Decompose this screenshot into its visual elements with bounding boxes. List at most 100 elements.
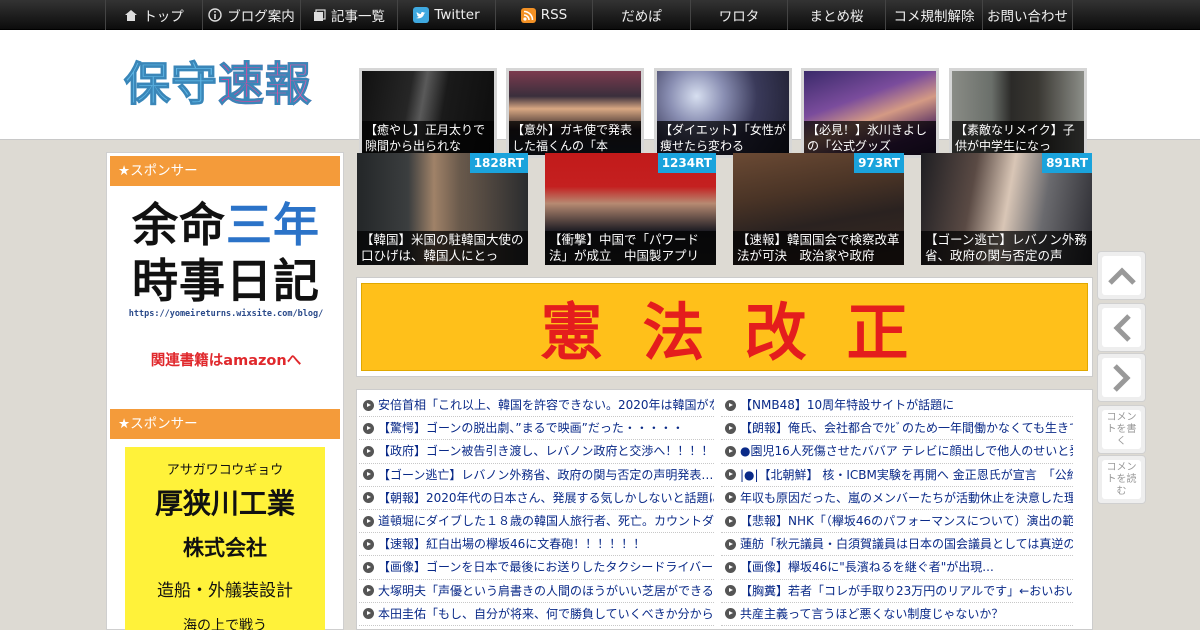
ranking-rt-badge-2: 1234RT: [657, 153, 716, 173]
ranking-caption-4: 【ゴーン逃亡】レバノン外務省、政府の関与否定の声: [921, 231, 1092, 265]
news-item-title: |●|【北朝鮮】 核・ICBM実験を再開へ 金正恩氏が宣言 「公約: [740, 467, 1073, 482]
news-item-title: 蓮舫「秋元議員・白須賀議員は日本の国会議員としては真逆の: [740, 537, 1073, 552]
news-item-title: 【朗報】俺氏、会社都合でｸﾋﾞのため一年間働かなくても生きて: [740, 421, 1073, 436]
news-list: 安倍首相「これ以上、韓国を許容できない。2020年は韓国がな【驚愕】ゴーンの脱出…: [356, 389, 1093, 630]
nav-rss[interactable]: RSS: [495, 0, 592, 30]
constitution-banner[interactable]: 憲法改正: [356, 277, 1093, 377]
play-bullet-icon: [363, 585, 374, 597]
news-item[interactable]: 【驚愕】ゴーンの脱出劇、”まるで映画”だった・・・・・: [359, 417, 714, 441]
previous-article-button[interactable]: [1097, 303, 1146, 352]
twitter-icon: [413, 7, 430, 23]
news-item[interactable]: 【胸糞】若者「コレが手取り23万円のリアルです」←おいおい: [721, 580, 1073, 603]
nav-damepo[interactable]: だめぽ: [592, 0, 690, 30]
header-thumb-5[interactable]: 【素敵なリメイク】子供が中学生になっ: [949, 68, 1087, 158]
news-item[interactable]: 【画像】ゴーンを日本で最後にお送りしたタクシードライバー: [359, 556, 714, 580]
nav-matome-sakura[interactable]: まとめ桜: [787, 0, 885, 30]
news-item-title: 大塚明夫「声優という肩書きの人間のほうがいい芝居ができる: [378, 583, 714, 598]
header-thumb-caption-3: 【ダイエット】「女性が痩せたら変わる: [657, 121, 789, 155]
news-item[interactable]: 【悲報】NHK「（欅坂46のパフォーマンスについて）演出の範: [721, 510, 1073, 534]
write-comment-button[interactable]: コメントを書く: [1097, 405, 1146, 454]
news-item[interactable]: 蓮舫「秋元議員・白須賀議員は日本の国会議員としては真逆の: [721, 533, 1073, 557]
news-column-left: 安倍首相「これ以上、韓国を許容できない。2020年は韓国がな【驚愕】ゴーンの脱出…: [359, 394, 714, 626]
play-bullet-icon: [363, 469, 374, 481]
news-item[interactable]: 【朝報】2020年代の日本さん、発展する気しかしないと話題に: [359, 487, 714, 510]
nav-top[interactable]: トップ: [105, 0, 202, 30]
site-header: 保守速報 【癒やし】正月太りで隙間から出られな 【意外】ガキ使で発表した福くんの…: [0, 30, 1200, 158]
read-comment-button[interactable]: コメントを読む: [1097, 455, 1146, 504]
header-thumb-caption-2: 【意外】ガキ使で発表した福くんの「本: [509, 121, 641, 155]
header-thumb-caption-5: 【素敵なリメイク】子供が中学生になっ: [952, 121, 1084, 155]
home-icon: [124, 9, 138, 22]
play-bullet-icon: [725, 469, 736, 481]
news-item[interactable]: 【政府】ゴーン被告引き渡し、レバノン政府と交渉へ！！！！: [359, 440, 714, 464]
news-item[interactable]: ●園児16人死傷させたババア テレビに顔出しで他人のせいと発: [721, 440, 1073, 464]
news-item[interactable]: 年収も原因だった、嵐のメンバーたちが活動休止を決意した理: [721, 487, 1073, 510]
ad-asagawa-business: 造船・外艤装設計: [157, 581, 293, 601]
play-bullet-icon: [725, 561, 736, 573]
ad-yomei-title-b: 三年: [226, 198, 320, 252]
news-item-title: 【政府】ゴーン被告引き渡し、レバノン政府と交渉へ！！！！: [378, 444, 714, 459]
ranking-item-1[interactable]: 1828RT 【韓国】米国の駐韓国大使の口ひげは、韓国人にとっ: [357, 153, 528, 265]
news-item[interactable]: 【NMB48】10周年特設サイトが話題に: [721, 394, 1073, 418]
nav-contact-label: お問い合わせ: [987, 9, 1068, 25]
nav-contact[interactable]: お問い合わせ: [982, 0, 1073, 30]
news-item[interactable]: 【速報】紅白出場の欅坂46に文春砲！！！！！！: [359, 533, 714, 557]
play-bullet-icon: [363, 608, 374, 620]
scroll-top-button[interactable]: [1097, 251, 1146, 300]
nav-comment-unblock[interactable]: コメ規制解除: [885, 0, 982, 30]
news-item-title: 年収も原因だった、嵐のメンバーたちが活動休止を決意した理: [740, 490, 1073, 505]
news-item[interactable]: 共産主義って言うほど悪くない制度じゃないか？: [721, 603, 1073, 626]
sponsor-ad-yomei[interactable]: 余命三年 時事日記 https://yomeireturns.wixsite.c…: [121, 197, 331, 387]
chevron-left-icon: [1102, 308, 1141, 347]
ranking-item-3[interactable]: 973RT 【速報】韓国国会で検察改革法が可決 政治家や政府: [733, 153, 904, 265]
sidebar: ★スポンサー 余命三年 時事日記 https://yomeireturns.wi…: [106, 152, 344, 630]
news-item[interactable]: 道頓堀にダイブした１８歳の韓国人旅行者、死亡。カウントダ: [359, 510, 714, 534]
ranking-item-4[interactable]: 891RT 【ゴーン逃亡】レバノン外務省、政府の関与否定の声: [921, 153, 1092, 265]
header-thumb-2[interactable]: 【意外】ガキ使で発表した福くんの「本: [506, 68, 644, 158]
news-item-title: 【速報】紅白出場の欅坂46に文春砲！！！！！！: [378, 537, 646, 552]
news-item[interactable]: |●|【北朝鮮】 核・ICBM実験を再開へ 金正恩氏が宣言 「公約: [721, 464, 1073, 487]
chevron-right-icon: [1102, 358, 1141, 397]
news-item[interactable]: 安倍首相「これ以上、韓国を許容できない。2020年は韓国がな: [359, 394, 714, 418]
nav-article-list-label: 記事一覧: [331, 9, 385, 25]
ad-yomei-title-line1: 余命三年: [121, 197, 331, 253]
ad-asagawa-kana: アサガワコウギョウ: [166, 463, 284, 478]
ad-yomei-title-line2: 時事日記: [132, 254, 320, 308]
header-thumb-3[interactable]: 【ダイエット】「女性が痩せたら変わる: [654, 68, 792, 158]
site-logo[interactable]: 保守速報: [124, 54, 312, 114]
header-thumb-caption-1: 【癒やし】正月太りで隙間から出られな: [362, 121, 494, 155]
header-thumb-1[interactable]: 【癒やし】正月太りで隙間から出られな: [359, 68, 497, 158]
play-bullet-icon: [363, 538, 374, 550]
news-item-title: 道頓堀にダイブした１８歳の韓国人旅行者、死亡。カウントダ: [378, 514, 714, 529]
news-item[interactable]: 大塚明夫「声優という肩書きの人間のほうがいい芝居ができる: [359, 580, 714, 603]
ranking-caption-1: 【韓国】米国の駐韓国大使の口ひげは、韓国人にとっ: [357, 231, 528, 265]
news-item-title: 【ゴーン逃亡】レバノン外務省、政府の関与否定の声明発表…: [378, 467, 714, 482]
next-article-button[interactable]: [1097, 353, 1146, 402]
header-thumb-4[interactable]: 【必見！】氷川きよしの「公式グッズ: [801, 68, 939, 158]
news-item[interactable]: 【ゴーン逃亡】レバノン外務省、政府の関与否定の声明発表…: [359, 464, 714, 487]
nav-blog-guide-label: ブログ案内: [227, 9, 295, 25]
news-item-title: 本田圭佑「もし、自分が将来、何で勝負していくべきか分から: [378, 606, 714, 621]
write-comment-inner: コメントを書く: [1102, 410, 1141, 449]
news-item[interactable]: 本田圭佑「もし、自分が将来、何で勝負していくべきか分から: [359, 603, 714, 626]
nav-twitter[interactable]: Twitter: [397, 0, 495, 30]
news-item-title: ●園児16人死傷させたババア テレビに顔出しで他人のせいと発: [740, 444, 1073, 459]
ad-yomei-amazon-link[interactable]: 関連書籍はamazonへ: [121, 349, 331, 370]
ranking-item-2[interactable]: 1234RT 【衝撃】中国で「パワード法」が成立 中国製アプリ: [545, 153, 716, 265]
nav-top-label: トップ: [143, 9, 184, 25]
play-bullet-icon: [725, 445, 736, 457]
ad-yomei-title-a: 余命: [132, 198, 226, 252]
ranking-rt-badge-4: 891RT: [1042, 153, 1092, 173]
nav-warota[interactable]: ワロタ: [690, 0, 787, 30]
news-item-title: 【驚愕】ゴーンの脱出劇、”まるで映画”だった・・・・・: [378, 421, 684, 436]
news-item-title: 【朝報】2020年代の日本さん、発展する気しかしないと話題に: [378, 490, 714, 505]
play-bullet-icon: [725, 585, 736, 597]
news-item[interactable]: 【画像】欅坂46に"長濱ねるを継ぐ者"が出現...: [721, 556, 1073, 580]
nav-article-list[interactable]: 記事一覧: [300, 0, 397, 30]
nav-blog-guide[interactable]: ブログ案内: [202, 0, 300, 30]
sponsor-ad-asagawa[interactable]: アサガワコウギョウ 厚狭川工業 株式会社 造船・外艤装設計 海の上で戦う: [125, 447, 325, 630]
play-bullet-icon: [725, 399, 736, 411]
news-item[interactable]: 【朗報】俺氏、会社都合でｸﾋﾞのため一年間働かなくても生きて: [721, 417, 1073, 441]
ranking-rt-badge-1: 1828RT: [469, 153, 528, 173]
info-icon: [208, 8, 222, 22]
